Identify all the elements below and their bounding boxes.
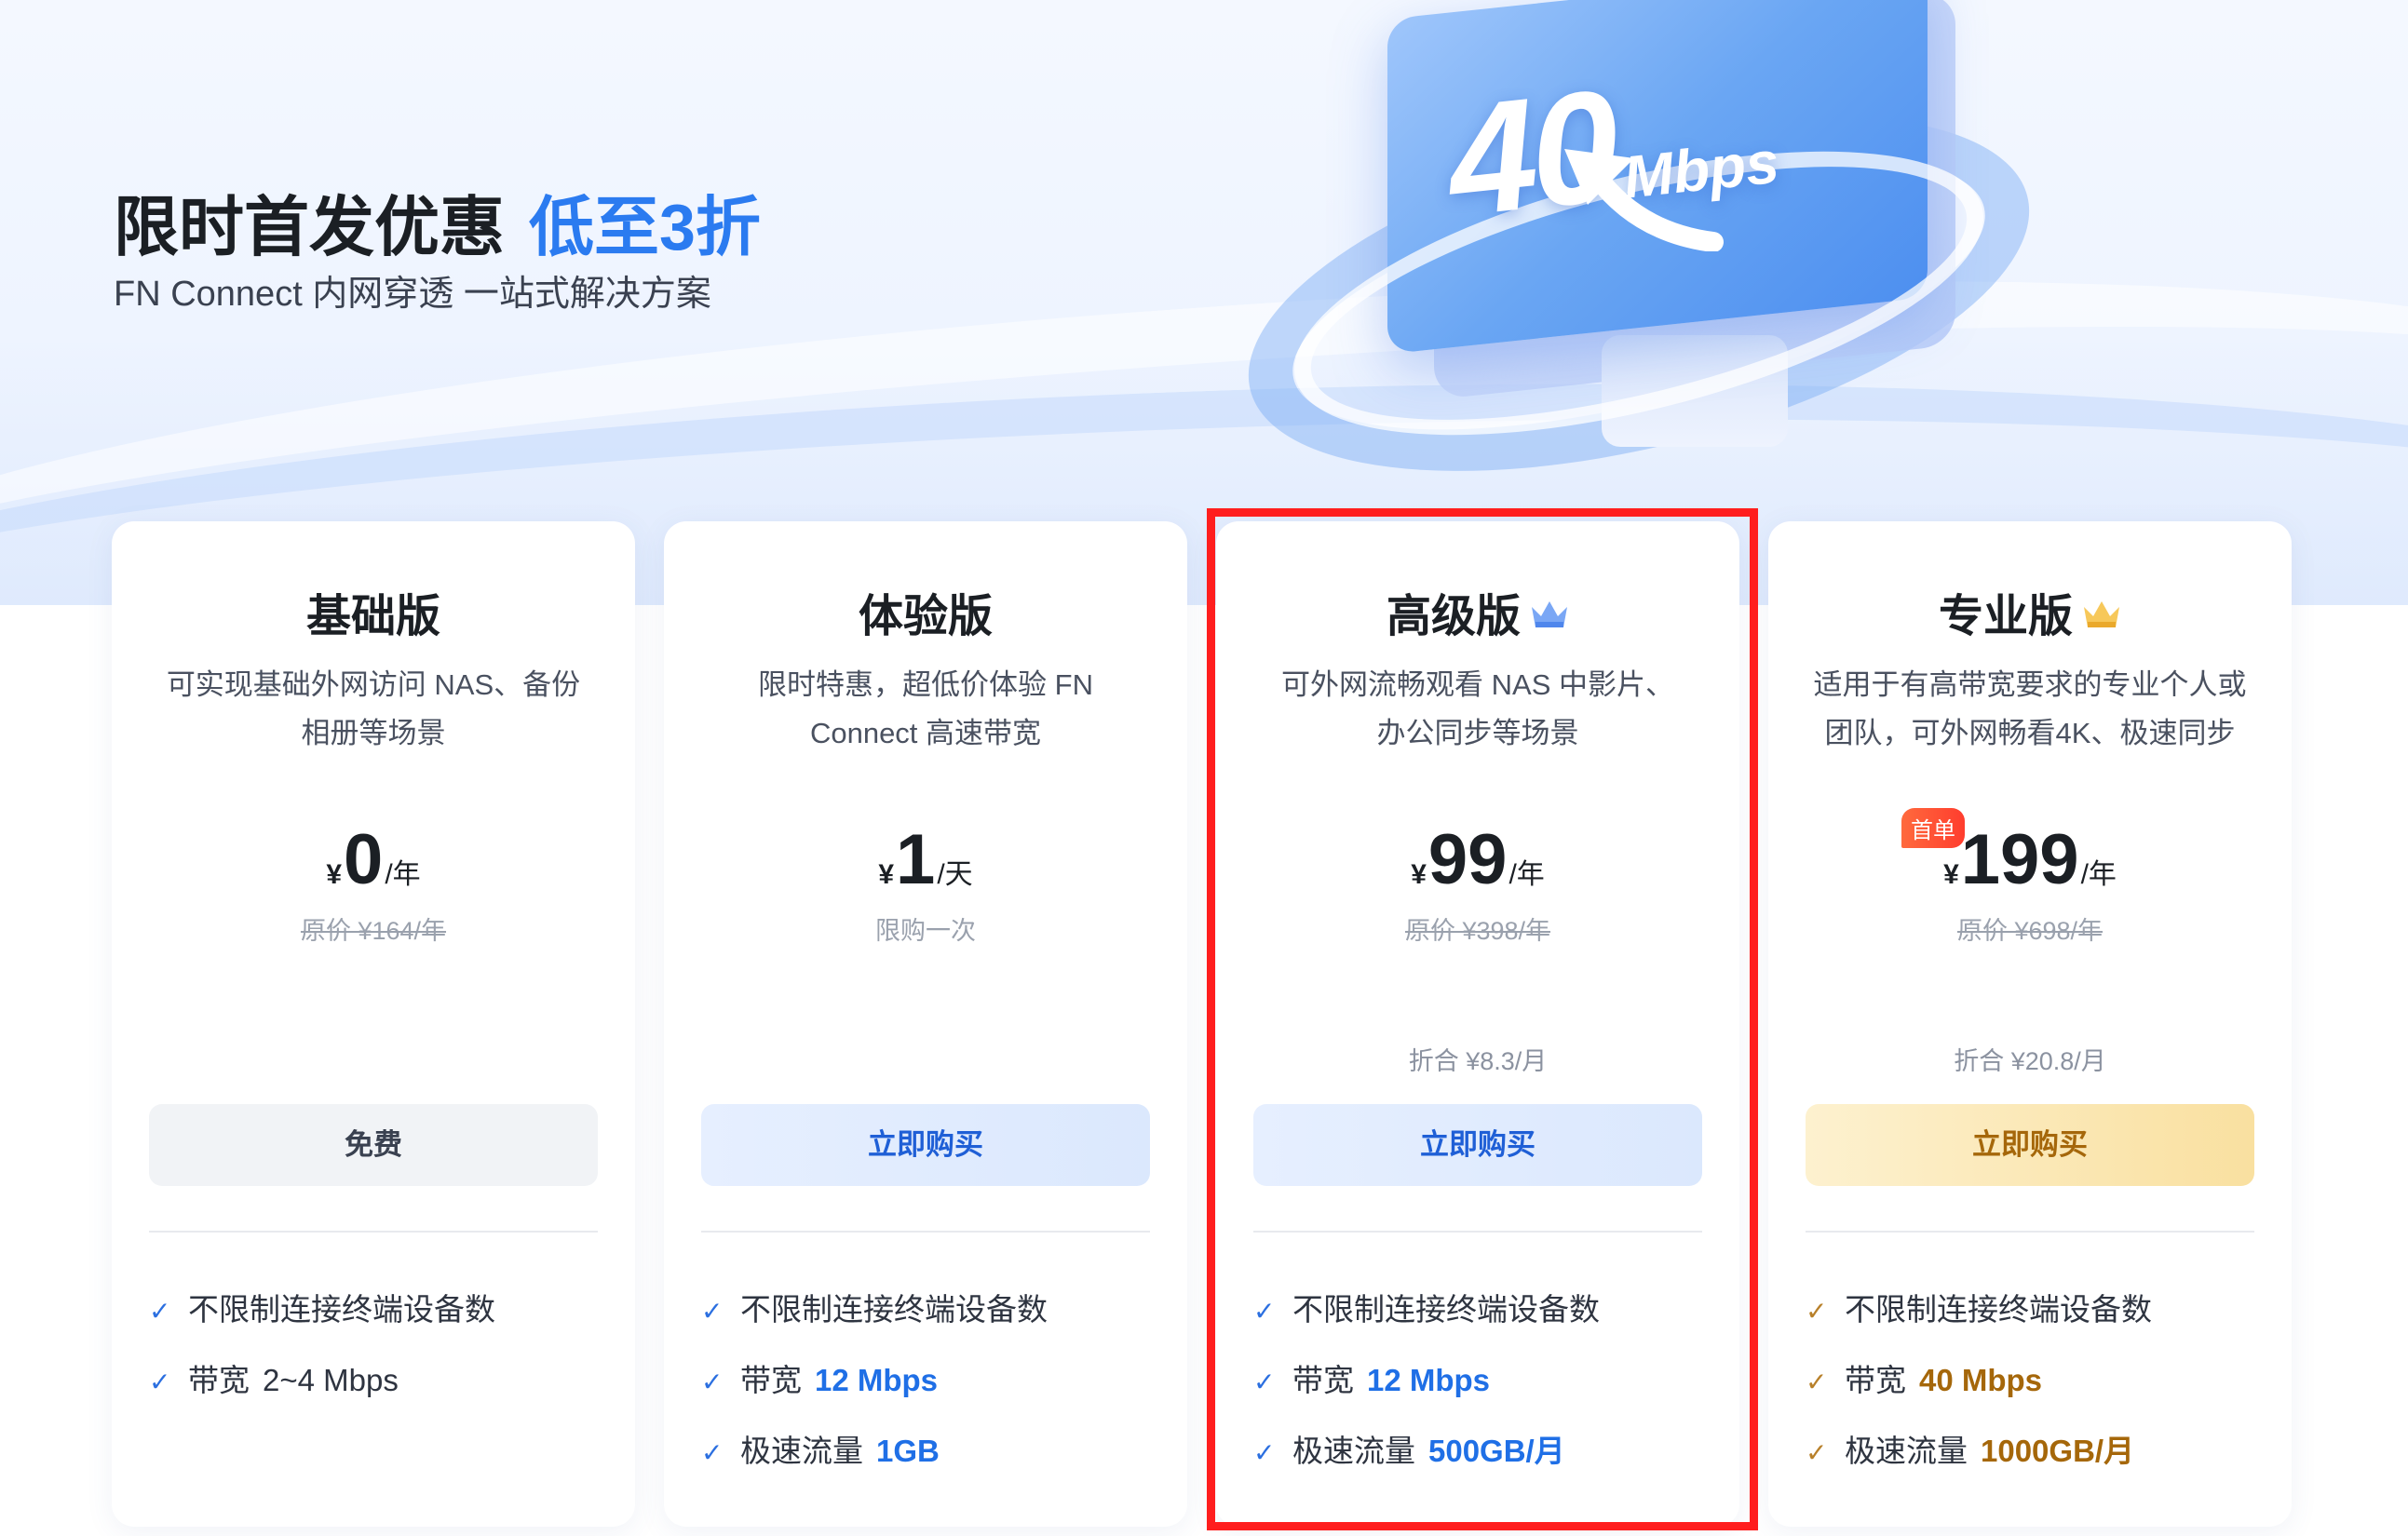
plan-card-trial: 体验版 限时特惠，超低价体验 FN Connect 高速带宽 ¥1/天 限购一次 … <box>664 521 1187 1527</box>
discount-accent: 低至3折 <box>529 191 761 263</box>
page-title: 限时首发优惠 低至3折 <box>114 191 761 263</box>
feature-item: ✓ 带宽 12 Mbps <box>1253 1363 1491 1397</box>
check-icon: ✓ <box>1253 1297 1276 1326</box>
original-price: 原价 ¥164/年 <box>300 917 447 945</box>
plan-description: 可外网流畅观看 NAS 中影片、 办公同步等场景 <box>1281 668 1674 749</box>
check-icon: ✓ <box>1806 1368 1828 1396</box>
plan-price: ¥1/天 <box>878 820 973 899</box>
blue-crown-icon <box>1532 601 1567 628</box>
gold-crown-icon <box>2084 601 2119 628</box>
check-icon: ✓ <box>701 1297 724 1326</box>
speed-illustration: 40Mbps <box>1212 0 2065 540</box>
plan-price: ¥99/年 <box>1411 820 1545 899</box>
check-icon: ✓ <box>1253 1438 1276 1467</box>
plan-description: 可实现基础外网访问 NAS、备份 相册等场景 <box>166 668 581 749</box>
page-subtitle: FN Connect 内网穿透 一站式解决方案 <box>114 275 711 314</box>
divider <box>1253 1231 1702 1233</box>
plan-price: ¥0/年 <box>326 820 421 899</box>
hero-banner: 限时首发优惠 低至3折 FN Connect 内网穿透 一站式解决方案 40Mbp… <box>0 0 2408 605</box>
buy-now-button[interactable]: 立即购买 <box>701 1104 1150 1186</box>
feature-item: ✓ 极速流量 1000GB/月 <box>1806 1434 2135 1468</box>
check-icon: ✓ <box>149 1297 171 1326</box>
upload-arrow-icon <box>1564 149 1724 251</box>
feature-item: ✓ 不限制连接终端设备数 <box>1253 1292 1600 1327</box>
check-icon: ✓ <box>149 1368 171 1396</box>
buy-now-button[interactable]: 立即购买 <box>1253 1104 1702 1186</box>
buy-now-button[interactable]: 立即购买 <box>1806 1104 2254 1186</box>
feature-item: ✓ 带宽 40 Mbps <box>1806 1363 2043 1397</box>
divider <box>701 1231 1150 1233</box>
feature-item: ✓ 不限制连接终端设备数 <box>149 1292 495 1327</box>
feature-item: ✓ 带宽 2~4 Mbps <box>149 1363 399 1397</box>
check-icon: ✓ <box>701 1438 724 1467</box>
plan-card-basic: 基础版 可实现基础外网访问 NAS、备份 相册等场景 ¥0/年 原价 ¥164/年… <box>112 521 635 1527</box>
plan-description: 适用于有高带宽要求的专业个人或 团队，可外网畅看4K、极速同步 <box>1813 668 2247 749</box>
divider <box>149 1231 598 1233</box>
check-icon: ✓ <box>1806 1297 1828 1326</box>
plan-card-advanced: 高级版 可外网流畅观看 NAS 中影片、 办公同步等场景 ¥99/年 原价 ¥39… <box>1216 521 1739 1527</box>
plan-name: 体验版 <box>858 592 993 641</box>
plan-price: ¥199/年 <box>1943 820 2117 899</box>
check-icon: ✓ <box>1806 1438 1828 1467</box>
check-icon: ✓ <box>701 1368 724 1396</box>
feature-item: ✓ 极速流量 500GB/月 <box>1253 1434 1565 1468</box>
original-price: 原价 ¥398/年 <box>1404 917 1551 945</box>
feature-item: ✓ 不限制连接终端设备数 <box>1806 1292 2152 1327</box>
purchase-limit: 限购一次 <box>875 917 976 945</box>
monthly-price: 折合 ¥20.8/月 <box>1954 1047 2106 1075</box>
original-price: 原价 ¥698/年 <box>1956 917 2104 945</box>
monthly-price: 折合 ¥8.3/月 <box>1408 1047 1548 1075</box>
plan-name: 专业版 <box>1768 579 2292 644</box>
check-icon: ✓ <box>1253 1368 1276 1396</box>
divider <box>1806 1231 2254 1233</box>
plan-card-pro: 专业版 适用于有高带宽要求的专业个人或 团队，可外网畅看4K、极速同步 首单 ¥1… <box>1768 521 2292 1527</box>
feature-item: ✓ 不限制连接终端设备数 <box>701 1292 1048 1327</box>
plan-name: 高级版 <box>1216 579 1739 644</box>
plan-name: 基础版 <box>305 592 440 641</box>
feature-item: ✓ 带宽 12 Mbps <box>701 1363 939 1397</box>
plan-description: 限时特惠，超低价体验 FN Connect 高速带宽 <box>758 668 1093 749</box>
feature-item: ✓ 极速流量 1GB <box>701 1434 940 1468</box>
free-button[interactable]: 免费 <box>149 1104 598 1186</box>
